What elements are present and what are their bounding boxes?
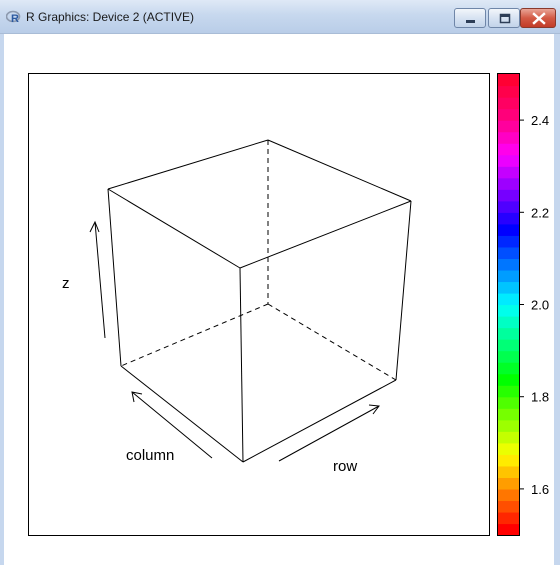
color-bar-strip <box>498 511 519 525</box>
color-bar-strip <box>498 143 519 156</box>
color-bar-strip <box>498 500 519 513</box>
color-bar-strip <box>498 223 519 236</box>
color-bar-strip <box>498 408 519 421</box>
cube-edge <box>242 379 397 463</box>
color-bar-strip <box>498 200 519 213</box>
color-bar-strip <box>498 419 519 432</box>
color-bar-strip <box>498 154 519 167</box>
color-bar-strip <box>498 85 519 98</box>
color-bar-strip <box>498 269 519 283</box>
color-bar-strip <box>498 350 519 363</box>
color-bar-strip <box>498 189 519 202</box>
color-bar-strip <box>498 396 519 409</box>
plot-area: z column row 1.6 1.8 2.0 2.2 2.4 <box>28 73 549 536</box>
color-bar-strip <box>498 442 519 455</box>
color-bar-strip <box>498 327 519 340</box>
color-bar-strip <box>498 74 519 87</box>
color-bar-strip <box>498 120 519 133</box>
column-axis-label: column <box>126 447 174 464</box>
color-bar-strip <box>498 488 519 502</box>
color-bar-strip <box>498 465 519 478</box>
cube-edge <box>267 139 412 202</box>
cube-edge <box>120 303 269 367</box>
color-bar-tick-label: 2.0 <box>531 298 549 313</box>
color-bar-strip <box>498 131 519 144</box>
z-axis-label: z <box>62 275 70 292</box>
row-axis-arrow <box>278 404 380 462</box>
color-bar-strip <box>498 108 519 121</box>
color-bar-strip <box>498 316 519 329</box>
color-bar-tick-label: 2.2 <box>531 205 549 220</box>
color-bar-gradient <box>498 74 519 536</box>
color-bar-strip <box>498 246 519 260</box>
color-bar-strip <box>498 258 519 271</box>
color-bar-strip <box>498 373 519 386</box>
cube-edge <box>239 267 244 463</box>
z-axis-arrow <box>89 220 106 339</box>
color-bar-strip <box>498 166 519 179</box>
cube-edge <box>395 200 412 381</box>
color-bar-tick-label: 1.8 <box>531 390 549 405</box>
cube-edge <box>239 200 412 269</box>
row-axis-label: row <box>333 458 357 475</box>
color-bar-strip <box>498 235 519 248</box>
color-bar-ticks: 1.6 1.8 2.0 2.2 2.4 <box>519 113 549 497</box>
color-bar-strip <box>498 177 519 190</box>
cube-hidden-edges <box>120 140 397 381</box>
color-bar-tick-label: 1.6 <box>531 482 549 497</box>
color-bar: 1.6 1.8 2.0 2.2 2.4 <box>497 73 549 536</box>
color-bar-strip <box>498 212 519 225</box>
color-bar-strip <box>498 304 519 317</box>
color-bar-strip <box>498 339 519 352</box>
color-bar-strip <box>498 362 519 375</box>
r-graphics-window: R R Graphics: Device 2 (ACTIVE) z column… <box>0 0 560 565</box>
cube-edge <box>107 188 122 367</box>
cube-edge <box>267 303 397 381</box>
color-bar-strip <box>498 385 519 398</box>
color-bar-tick-label: 2.4 <box>531 113 549 128</box>
cube-edge <box>107 139 269 190</box>
color-bar-strip <box>498 477 519 490</box>
color-bar-strip <box>498 454 519 467</box>
cube-edge <box>107 188 241 269</box>
color-bar-strip <box>498 431 519 444</box>
color-bar-strip <box>498 281 519 294</box>
color-bar-strip <box>498 97 519 110</box>
color-bar-strip <box>498 292 519 306</box>
color-bar-strip <box>498 523 519 536</box>
